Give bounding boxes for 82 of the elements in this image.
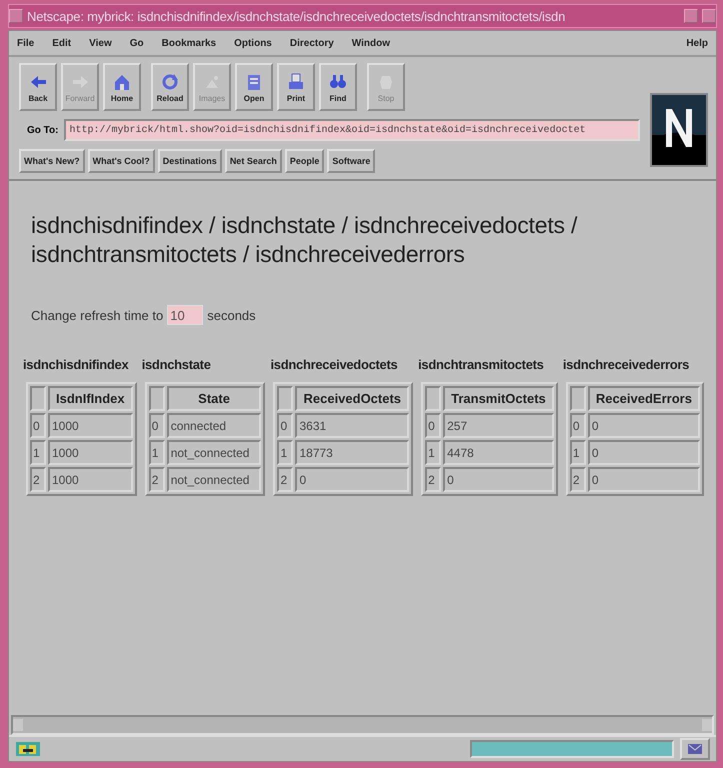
row-index: 1 (425, 440, 442, 465)
minimize-button[interactable] (684, 9, 698, 23)
row-index: 1 (148, 440, 165, 465)
row-index: 1 (570, 440, 586, 465)
location-field[interactable]: http://mybrick/html.show?oid=isdnchisdnifindex&oid=isdnchstate&oid=isdnchreceivedoctet (64, 119, 640, 141)
table-cell: 4478 (443, 440, 554, 465)
row-index: 2 (30, 467, 46, 492)
toolbar-button[interactable]: Home (103, 63, 141, 111)
table-cell: 0 (588, 440, 700, 465)
table-cell: 3631 (295, 413, 410, 438)
table-cell: not_connected (166, 467, 262, 492)
toolbar-button[interactable]: Back (19, 63, 57, 111)
location-label: Go To: (27, 124, 58, 136)
column-header: TransmitOctets (443, 386, 554, 411)
table-cell: 0 (588, 467, 700, 492)
row-index: 0 (570, 413, 586, 438)
menu-item[interactable]: View (89, 38, 112, 48)
page-heading: isdnchisdnifindex / isdnchstate / isdnchreceivedoctets / isdnchtransmitoctets / isdnchreceivederrors (31, 211, 578, 269)
row-index: 2 (148, 467, 165, 492)
table-cell: 1000 (48, 467, 133, 492)
menu-item[interactable]: Bookmarks (162, 38, 216, 48)
table-title: isdnchisdnifindex (23, 357, 128, 372)
directory-button[interactable]: What's Cool? (88, 149, 155, 173)
window-menu-button[interactable] (9, 9, 23, 23)
reload-icon (160, 72, 180, 92)
column-header: IsdnIfIndex (48, 386, 133, 411)
table-title: isdnchtransmitoctets (418, 357, 544, 372)
mail-icon (688, 744, 702, 754)
column-header: State (166, 386, 262, 411)
header-corner (148, 386, 165, 411)
header-corner (277, 386, 294, 411)
seconds-label: seconds (207, 308, 256, 322)
table-cell: connected (166, 413, 262, 438)
table-cell: 1000 (48, 413, 133, 438)
row-index: 1 (30, 440, 46, 465)
directory-button[interactable]: Net Search (224, 149, 282, 173)
horizontal-scrollbar[interactable] (11, 715, 714, 735)
refresh-label: Change refresh time to (31, 308, 164, 322)
row-index: 2 (425, 467, 442, 492)
row-index: 0 (148, 413, 165, 438)
table-cell: 257 (443, 413, 554, 438)
table-cell: 18773 (295, 440, 410, 465)
table-cell: 0 (588, 413, 700, 438)
directory-button[interactable]: Destinations (158, 149, 222, 173)
menu-item[interactable]: Go (130, 38, 144, 48)
table-title: isdnchreceivedoctets (270, 357, 398, 372)
maximize-button[interactable] (702, 9, 716, 23)
toolbar-button[interactable]: Reload (151, 63, 189, 111)
column-header: ReceivedOctets (295, 386, 410, 411)
printer-icon (286, 72, 306, 92)
menu-item[interactable]: Options (234, 38, 272, 48)
directory-button[interactable]: People (284, 149, 324, 173)
row-index: 1 (277, 440, 294, 465)
directory-button[interactable]: Software (327, 149, 376, 173)
table-cell: 1000 (48, 440, 133, 465)
menu-item[interactable]: File (17, 38, 34, 48)
row-index: 2 (277, 467, 294, 492)
table-cell: not_connected (166, 440, 262, 465)
refresh-time-field[interactable]: 10 (167, 305, 204, 325)
table-cell: 0 (295, 467, 410, 492)
table-title: isdnchreceivederrors (562, 357, 690, 372)
row-index: 0 (30, 413, 46, 438)
table-title: isdnchstate (142, 357, 211, 372)
toolbar-button[interactable]: Print (277, 63, 315, 111)
window-title: Netscape: mybrick: isdnchisdnifindex/isdnchstate/isdnchreceivedoctets/isdnchtransmitoctets/isdn (27, 8, 566, 24)
toolbar-button[interactable]: Open (235, 63, 273, 111)
toolbar-button[interactable]: Find (319, 63, 357, 111)
directory-button[interactable]: What's New? (19, 149, 85, 173)
header-corner (30, 386, 46, 411)
security-key-icon (15, 740, 41, 758)
row-index: 2 (570, 467, 586, 492)
mail-button[interactable] (680, 738, 710, 760)
menu-item[interactable]: Directory (290, 38, 334, 48)
header-corner (425, 386, 442, 411)
row-index: 0 (277, 413, 294, 438)
header-corner (570, 386, 586, 411)
row-index: 0 (425, 413, 442, 438)
menu-item[interactable]: Edit (52, 38, 72, 48)
help-menu[interactable]: Help (686, 38, 708, 48)
menu-item[interactable]: Window (352, 38, 390, 48)
table-cell: 0 (443, 467, 554, 492)
column-header: ReceivedErrors (588, 386, 700, 411)
